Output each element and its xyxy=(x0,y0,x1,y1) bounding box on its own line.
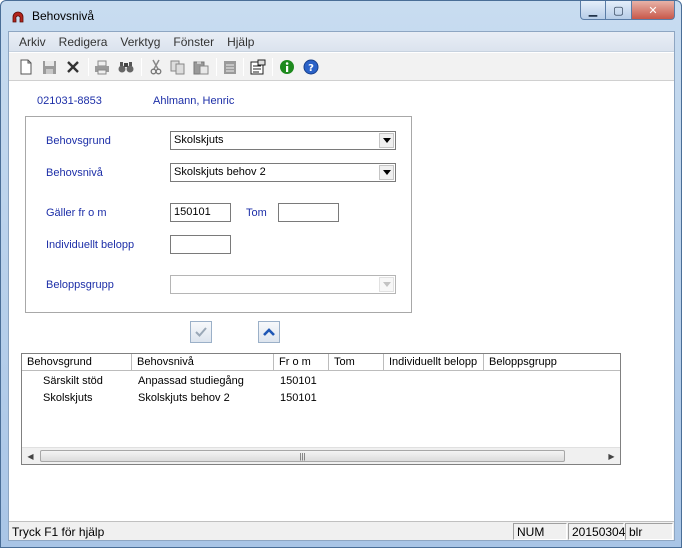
galler-from-label: Gäller fr o m xyxy=(46,207,107,219)
behovsniva-select[interactable]: Skolskjuts behov 2 xyxy=(170,163,396,182)
toolbar-separator xyxy=(88,58,89,76)
beloppsgrupp-label: Beloppsgrupp xyxy=(46,279,114,291)
copy-icon[interactable] xyxy=(169,58,187,76)
scroll-right-icon[interactable]: ▶ xyxy=(603,448,620,464)
menu-redigera[interactable]: Redigera xyxy=(53,35,115,49)
menu-bar: Arkiv Redigera Verktyg Fönster Hjälp xyxy=(9,32,674,52)
behovsgrund-label: Behovsgrund xyxy=(46,135,111,147)
print-icon[interactable] xyxy=(93,58,111,76)
toolbar-separator xyxy=(272,58,273,76)
person-id: 021031-8853 xyxy=(37,95,102,107)
tom-label: Tom xyxy=(246,207,267,219)
table-row[interactable]: Särskilt stöd Anpassad studiegång 150101 xyxy=(22,374,620,390)
person-name: Ahlmann, Henric xyxy=(153,95,235,107)
table-cell: 150101 xyxy=(280,375,317,387)
belopp-input[interactable] xyxy=(170,235,231,254)
move-up-button[interactable] xyxy=(258,321,280,343)
help-icon[interactable]: ? xyxy=(302,58,320,76)
minimize-icon: ▁ xyxy=(588,3,598,17)
menu-verktyg[interactable]: Verktyg xyxy=(114,35,167,49)
window-title: Behovsnivå xyxy=(32,9,95,23)
chevron-up-icon xyxy=(263,328,275,336)
column-header-behovsniva[interactable]: Behovsnivå xyxy=(132,354,274,371)
table-cell: Skolskjuts xyxy=(43,392,93,404)
table-cell: 150101 xyxy=(280,392,317,404)
maximize-button[interactable]: ▢ xyxy=(606,1,632,20)
title-bar[interactable]: Behovsnivå ▁ ▢ ✕ xyxy=(1,1,681,29)
cut-icon[interactable] xyxy=(147,58,165,76)
notes-icon[interactable] xyxy=(221,58,239,76)
app-logo-icon xyxy=(12,11,24,23)
toolbar-separator xyxy=(216,58,217,76)
menu-fonster[interactable]: Fönster xyxy=(167,35,221,49)
table-header: Behovsgrund Behovsnivå Fr o m Tom Indivi… xyxy=(22,354,620,371)
save-icon[interactable] xyxy=(40,58,58,76)
maximize-icon: ▢ xyxy=(613,3,624,17)
table-cell: Anpassad studiegång xyxy=(138,375,244,387)
confirm-button[interactable] xyxy=(190,321,212,343)
needs-table: Behovsgrund Behovsnivå Fr o m Tom Indivi… xyxy=(21,353,621,465)
toolbar-separator xyxy=(243,58,244,76)
belopp-label: Individuellt belopp xyxy=(46,239,135,251)
scroll-left-icon[interactable]: ◀ xyxy=(22,448,39,464)
paste-icon[interactable] xyxy=(192,58,210,76)
status-bar: Tryck F1 för hjälp NUM 20150304 blr xyxy=(9,521,674,540)
column-header-from[interactable]: Fr o m xyxy=(274,354,329,371)
horizontal-scrollbar[interactable]: ◀ ||| ▶ xyxy=(22,447,620,464)
new-icon[interactable] xyxy=(17,58,35,76)
minimize-button[interactable]: ▁ xyxy=(580,1,606,20)
menu-arkiv[interactable]: Arkiv xyxy=(13,35,53,49)
column-header-beloppsgrupp[interactable]: Beloppsgrupp xyxy=(484,354,620,371)
chevron-down-icon[interactable] xyxy=(379,277,394,292)
chevron-down-icon[interactable] xyxy=(379,165,394,180)
beloppsgrupp-select[interactable] xyxy=(170,275,396,294)
info-icon[interactable] xyxy=(278,58,296,76)
table-cell: Särskilt stöd xyxy=(43,375,103,387)
behovsniva-value: Skolskjuts behov 2 xyxy=(174,166,266,178)
status-date: 20150304 xyxy=(568,523,625,540)
chevron-down-icon[interactable] xyxy=(379,133,394,148)
properties-icon[interactable] xyxy=(249,58,267,76)
svg-text:?: ? xyxy=(308,63,314,74)
behovsgrund-select[interactable]: Skolskjuts xyxy=(170,131,396,150)
table-cell: Skolskjuts behov 2 xyxy=(138,392,230,404)
column-header-belopp[interactable]: Individuellt belopp xyxy=(384,354,484,371)
application-window: Behovsnivå ▁ ▢ ✕ Arkiv Redigera Verktyg … xyxy=(0,0,682,548)
toolbar: ? xyxy=(9,53,674,81)
close-button[interactable]: ✕ xyxy=(632,1,675,20)
tom-input[interactable] xyxy=(278,203,339,222)
behovsniva-label: Behovsnivå xyxy=(46,167,103,179)
client-area: Arkiv Redigera Verktyg Fönster Hjälp ? 0… xyxy=(8,31,675,541)
close-icon: ✕ xyxy=(648,3,658,17)
column-header-tom[interactable]: Tom xyxy=(329,354,384,371)
galler-from-input[interactable]: 150101 xyxy=(170,203,231,222)
behovsgrund-value: Skolskjuts xyxy=(174,134,224,146)
column-header-behovsgrund[interactable]: Behovsgrund xyxy=(22,354,132,371)
details-groupbox: Behovsgrund Skolskjuts Behovsnivå Skolsk… xyxy=(25,116,412,313)
delete-icon[interactable] xyxy=(64,58,82,76)
find-icon[interactable] xyxy=(117,58,135,76)
menu-hjalp[interactable]: Hjälp xyxy=(221,35,261,49)
status-num: NUM xyxy=(513,523,567,540)
status-user: blr xyxy=(625,523,673,540)
status-help-text: Tryck F1 för hjälp xyxy=(12,525,105,539)
toolbar-separator xyxy=(141,58,142,76)
checkmark-icon xyxy=(195,327,207,337)
table-row[interactable]: Skolskjuts Skolskjuts behov 2 150101 xyxy=(22,391,620,407)
scroll-thumb[interactable]: ||| xyxy=(40,450,565,462)
